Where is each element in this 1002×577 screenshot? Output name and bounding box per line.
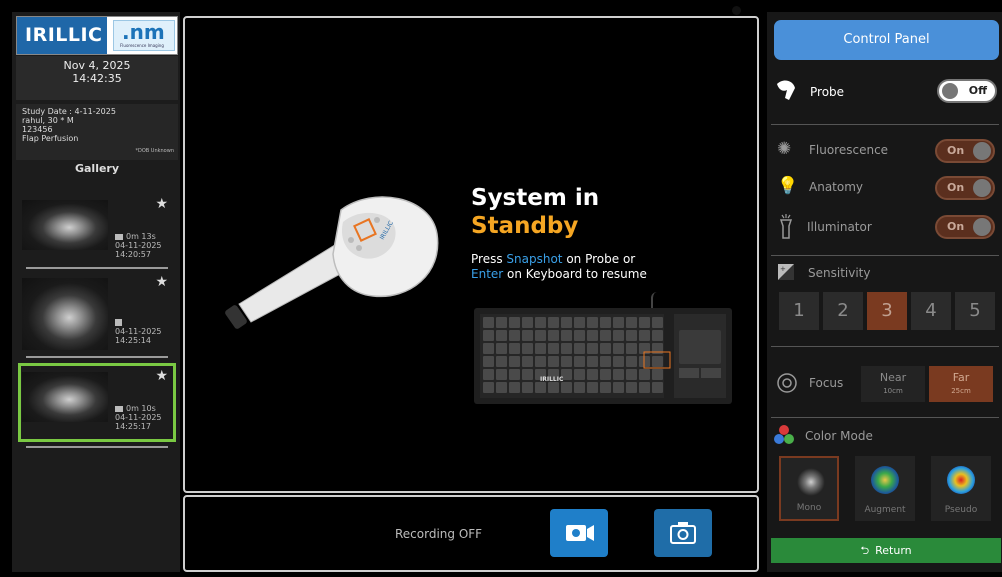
gallery-item-meta: 0m 13s 04-11-2025 14:20:57 bbox=[115, 232, 162, 259]
focus-far-button[interactable]: Far 25cm bbox=[929, 366, 993, 402]
sensitivity-label: Sensitivity bbox=[808, 266, 871, 280]
anatomy-label: Anatomy bbox=[809, 180, 864, 194]
live-viewer: IRILLIC System in Standby Press Snapshot… bbox=[183, 16, 759, 493]
recording-status: Recording OFF bbox=[395, 527, 483, 541]
dob-note: *DOB Unknown bbox=[135, 148, 174, 154]
standby-headline: System in Standby bbox=[471, 185, 600, 239]
study-date: Study Date : 4-11-2025 bbox=[22, 107, 116, 116]
recording-bar: Recording OFF bbox=[183, 495, 759, 572]
divider bbox=[771, 346, 999, 347]
color-mode-pseudo[interactable]: Pseudo bbox=[931, 456, 991, 521]
gallery-thumbnail[interactable] bbox=[22, 200, 108, 250]
study-info: Study Date : 4-11-2025 rahul, 30 * M 123… bbox=[16, 104, 178, 160]
gallery-item[interactable]: ★ 0m 13s 04-11-2025 14:20:57 bbox=[22, 196, 172, 272]
sensitivity-1[interactable]: 1 bbox=[779, 292, 819, 330]
fluorescence-label: Fluorescence bbox=[809, 143, 889, 157]
procedure-name: Flap Perfusion bbox=[22, 134, 79, 143]
fluorescence-toggle[interactable]: On bbox=[935, 139, 995, 163]
color-palette-icon bbox=[774, 425, 794, 444]
patient-id: 123456 bbox=[22, 125, 53, 134]
gallery-thumbnail[interactable] bbox=[22, 278, 108, 350]
divider bbox=[771, 255, 999, 256]
camera-icon bbox=[670, 522, 696, 544]
star-icon[interactable]: ★ bbox=[155, 368, 168, 384]
divider bbox=[771, 417, 999, 418]
divider bbox=[771, 124, 999, 125]
keyboard-brand: IRILLIC bbox=[540, 376, 564, 383]
sensitivity-5[interactable]: 5 bbox=[955, 292, 995, 330]
focus-label: Focus bbox=[809, 376, 844, 390]
patient-info: rahul, 30 * M bbox=[22, 116, 74, 125]
gallery-item-meta: 04-11-2025 14:25:14 bbox=[115, 318, 162, 345]
video-icon bbox=[115, 405, 123, 412]
gallery-item-selected[interactable]: ★ 0m 10s 04-11-2025 14:25:17 bbox=[22, 368, 172, 444]
image-icon bbox=[115, 319, 122, 326]
brand-logo-bar: IRILLIC .nm Fluorescence Imaging bbox=[16, 16, 178, 55]
irillic-logo: IRILLIC bbox=[17, 17, 107, 54]
return-arrow-icon: ⮌ bbox=[860, 544, 870, 557]
sensitivity-3[interactable]: 3 bbox=[867, 292, 907, 330]
resume-instructions: Press Snapshot on Probe or Enter on Keyb… bbox=[471, 252, 647, 281]
gallery-thumbnail[interactable] bbox=[22, 372, 108, 422]
datetime-display: Nov 4, 2025 14:42:35 bbox=[16, 56, 178, 100]
sensitivity-icon: + bbox=[778, 264, 794, 280]
sensitivity-4[interactable]: 4 bbox=[911, 292, 951, 330]
gallery-divider bbox=[26, 446, 168, 448]
gallery-title: Gallery bbox=[74, 162, 120, 175]
color-mode-mono[interactable]: Mono bbox=[779, 456, 839, 521]
anatomy-toggle[interactable]: On bbox=[935, 176, 995, 200]
pseudo-swatch bbox=[947, 466, 975, 494]
bulb-icon: 💡 bbox=[777, 176, 799, 196]
control-panel-title[interactable]: Control Panel bbox=[774, 20, 999, 60]
mono-swatch bbox=[797, 468, 825, 496]
gallery-item-meta: 0m 10s 04-11-2025 14:25:17 bbox=[115, 404, 162, 431]
fluorescence-icon: ✺ bbox=[777, 139, 792, 159]
record-video-button[interactable] bbox=[550, 509, 608, 557]
gallery-divider bbox=[26, 267, 168, 269]
nm-logo: .nm Fluorescence Imaging bbox=[113, 20, 175, 51]
current-date: Nov 4, 2025 bbox=[63, 59, 131, 72]
probe-toggle[interactable]: Off bbox=[937, 79, 997, 103]
augment-swatch bbox=[871, 466, 899, 494]
star-icon[interactable]: ★ bbox=[155, 274, 168, 290]
snapshot-button[interactable] bbox=[654, 509, 712, 557]
illuminator-toggle[interactable]: On bbox=[935, 215, 995, 239]
probe-illustration: IRILLIC bbox=[225, 196, 439, 329]
flashlight-icon bbox=[779, 214, 793, 239]
color-mode-label: Color Mode bbox=[805, 429, 873, 443]
keyboard-illustration: IRILLIC bbox=[474, 308, 732, 404]
gallery-item[interactable]: ★ 04-11-2025 14:25:14 bbox=[22, 274, 172, 350]
svg-text:+: + bbox=[780, 265, 786, 273]
current-time: 14:42:35 bbox=[72, 72, 122, 85]
gallery-divider bbox=[26, 356, 168, 358]
illuminator-label: Illuminator bbox=[807, 220, 872, 234]
color-mode-augment[interactable]: Augment bbox=[855, 456, 915, 521]
status-dot bbox=[732, 6, 741, 15]
focus-icon bbox=[777, 373, 797, 393]
standby-word: Standby bbox=[471, 213, 579, 239]
star-icon[interactable]: ★ bbox=[155, 196, 168, 212]
video-camera-icon bbox=[566, 525, 594, 541]
probe-label: Probe bbox=[810, 85, 845, 99]
focus-near-button[interactable]: Near 10cm bbox=[861, 366, 925, 402]
left-sidebar: IRILLIC .nm Fluorescence Imaging Nov 4, … bbox=[12, 12, 180, 572]
return-button[interactable]: ⮌ Return bbox=[771, 538, 1001, 563]
control-panel: Control Panel Probe Off ✺ Fluorescence O… bbox=[767, 12, 1002, 572]
probe-icon bbox=[777, 80, 795, 100]
video-icon bbox=[115, 233, 123, 240]
sensitivity-2[interactable]: 2 bbox=[823, 292, 863, 330]
